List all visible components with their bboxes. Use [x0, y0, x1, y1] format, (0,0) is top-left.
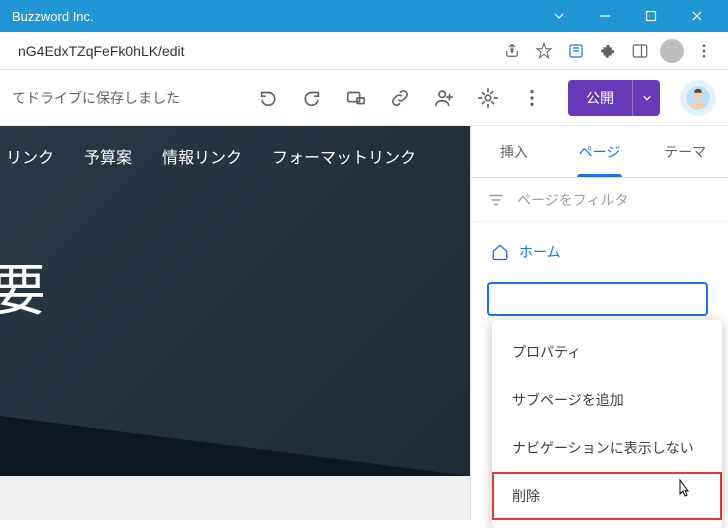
canvas-title[interactable]: 要 — [0, 246, 46, 327]
nav-link[interactable]: フォーマットリンク — [272, 144, 416, 168]
sidebar-tabs: 挿入 ページ テーマ — [471, 126, 728, 178]
browser-menu-icon[interactable] — [688, 35, 720, 67]
sidepanel-icon[interactable] — [624, 35, 656, 67]
redo-button[interactable] — [292, 78, 332, 118]
more-button[interactable] — [512, 78, 552, 118]
editor-canvas[interactable]: リンク 予算案 情報リンク フォーマットリンク 要 — [0, 126, 470, 520]
nav-link[interactable]: 情報リンク — [162, 144, 242, 168]
url-text[interactable]: nG4EdxTZqFeFk0hLK/edit — [8, 37, 496, 65]
page-item-label: ホーム — [519, 242, 561, 262]
share-icon[interactable] — [496, 35, 528, 67]
page-item-home[interactable]: ホーム — [487, 234, 712, 270]
filter-icon — [487, 191, 505, 209]
save-status: てドライブに保存しました — [12, 88, 180, 108]
profile-avatar-icon[interactable] — [656, 35, 688, 67]
home-icon — [491, 243, 509, 261]
page-context-menu: プロパティ サブページを追加 ナビゲーションに表示しない 削除 — [492, 320, 722, 528]
filter-row[interactable]: ページをフィルタ — [471, 178, 728, 222]
star-icon[interactable] — [528, 35, 560, 67]
bookmark-icon[interactable] — [560, 35, 592, 67]
window-close-button[interactable] — [674, 0, 720, 32]
tab-insert[interactable]: 挿入 — [471, 126, 557, 177]
menu-item-add-subpage[interactable]: サブページを追加 — [492, 376, 722, 424]
canvas-nav: リンク 予算案 情報リンク フォーマットリンク — [0, 144, 416, 168]
undo-button[interactable] — [248, 78, 288, 118]
add-person-button[interactable] — [424, 78, 464, 118]
publish-button[interactable]: 公開 — [568, 80, 632, 116]
window-minimize-button[interactable] — [582, 0, 628, 32]
nav-link[interactable]: 予算案 — [84, 144, 132, 168]
user-avatar[interactable] — [680, 80, 716, 116]
menu-item-properties[interactable]: プロパティ — [492, 328, 722, 376]
browser-urlbar: nG4EdxTZqFeFk0hLK/edit — [0, 32, 728, 70]
tab-pages[interactable]: ページ — [557, 126, 643, 177]
app-toolbar: てドライブに保存しました 公開 — [0, 70, 728, 126]
window-titlebar: Buzzword Inc. — [0, 0, 728, 32]
window-dropdown-icon[interactable] — [536, 0, 582, 32]
extensions-icon[interactable] — [592, 35, 624, 67]
canvas-hero-bg — [0, 126, 470, 476]
page-list: ホーム — [471, 222, 728, 282]
menu-item-hide-nav[interactable]: ナビゲーションに表示しない — [492, 424, 722, 472]
link-button[interactable] — [380, 78, 420, 118]
tab-theme[interactable]: テーマ — [642, 126, 728, 177]
publish-dropdown-button[interactable] — [632, 80, 660, 116]
window-maximize-button[interactable] — [628, 0, 674, 32]
publish-group: 公開 — [568, 80, 660, 116]
selected-page-bar[interactable] — [487, 282, 708, 316]
window-title: Buzzword Inc. — [8, 9, 536, 24]
nav-link[interactable]: リンク — [6, 144, 54, 168]
settings-button[interactable] — [468, 78, 508, 118]
preview-button[interactable] — [336, 78, 376, 118]
menu-item-delete[interactable]: 削除 — [492, 472, 722, 520]
filter-placeholder: ページをフィルタ — [517, 190, 628, 210]
